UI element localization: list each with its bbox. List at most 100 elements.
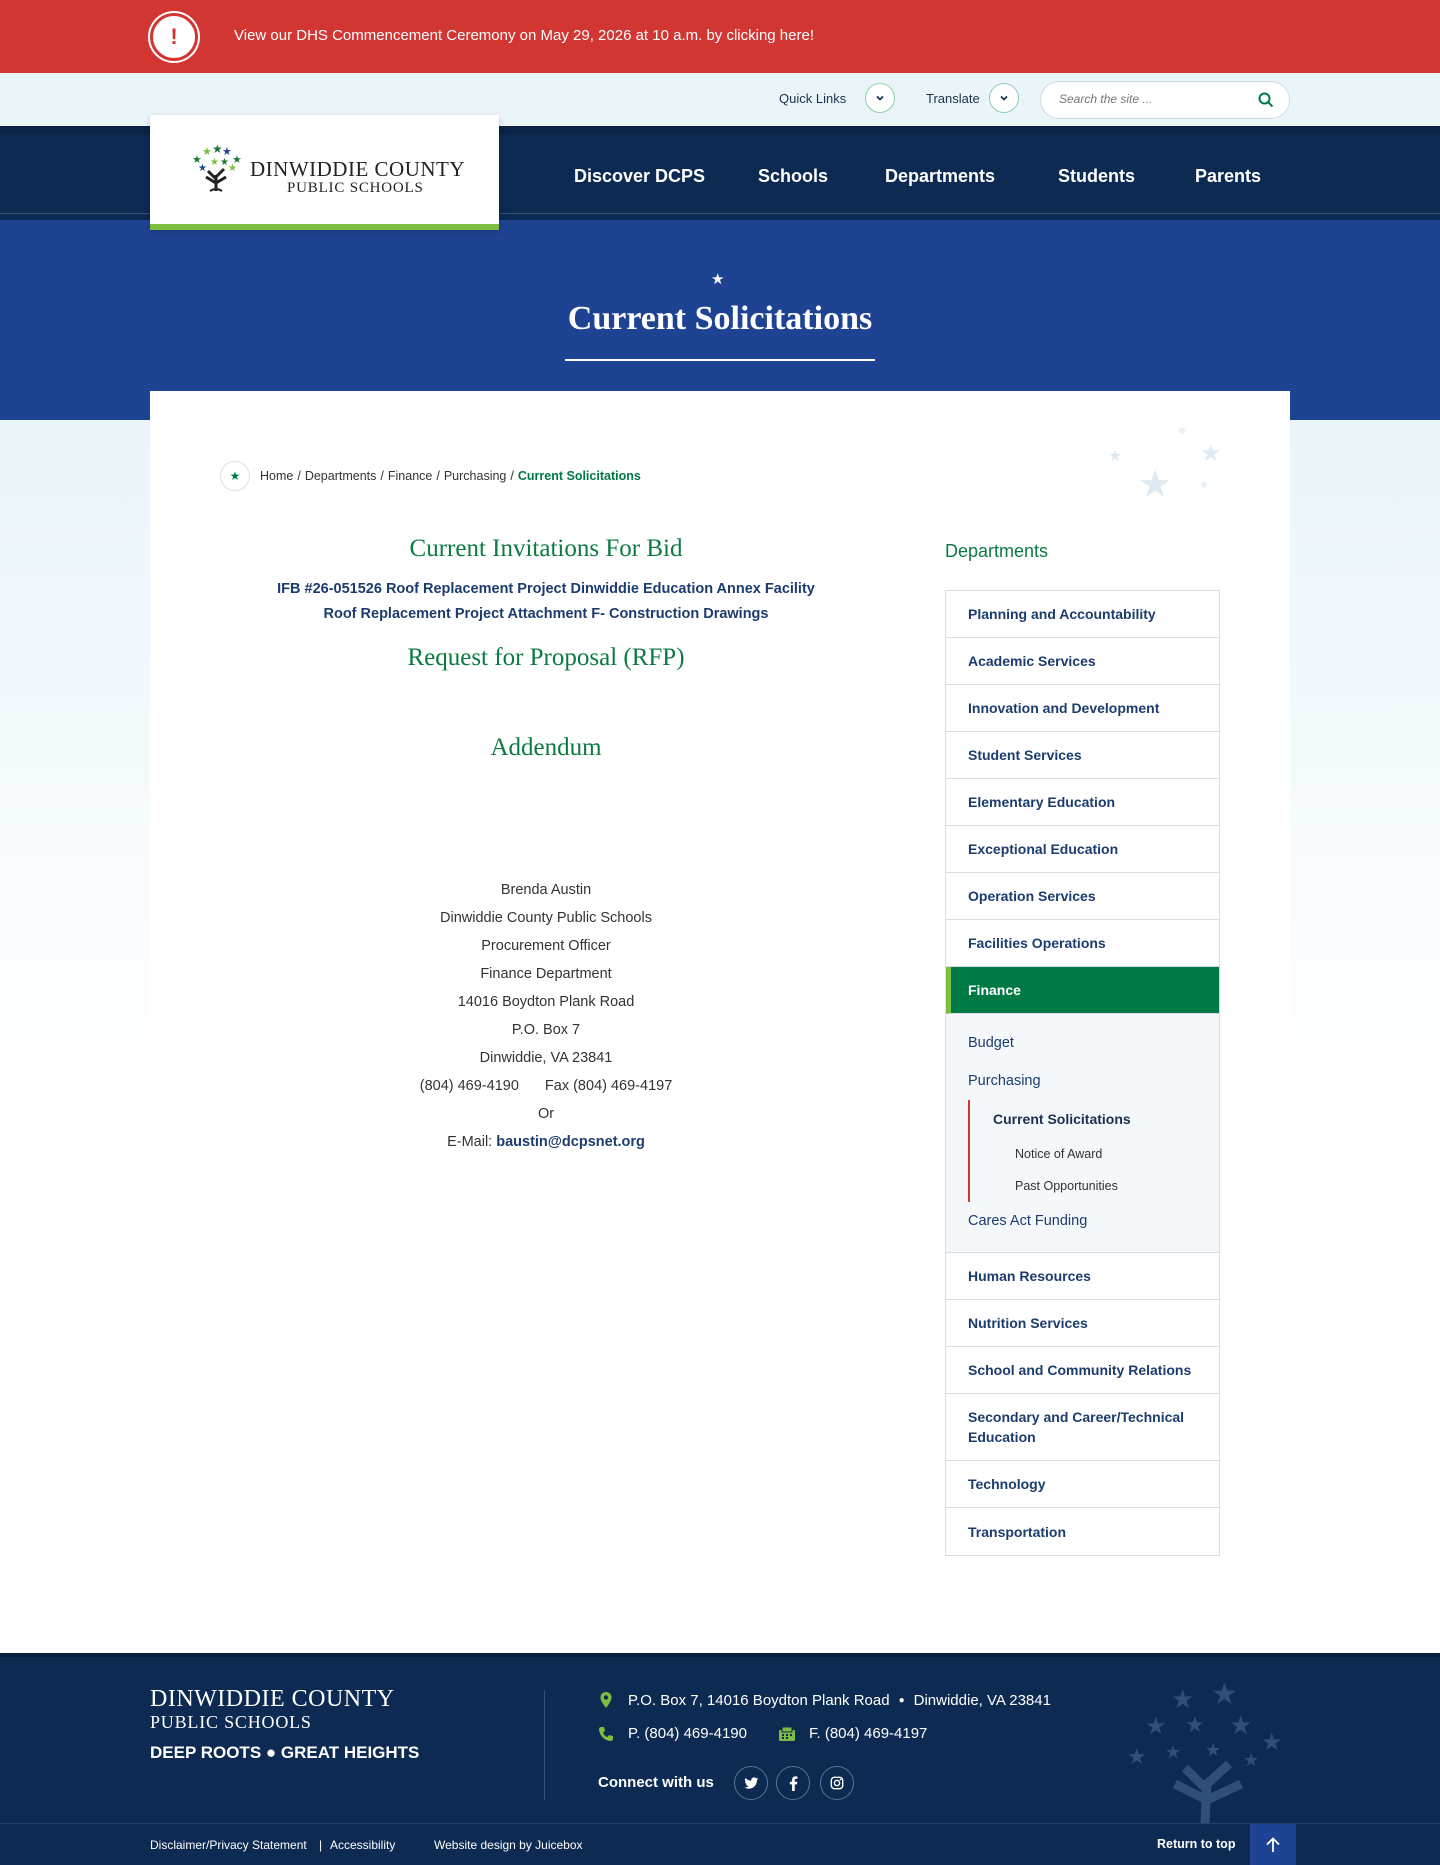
logo-title: DINWIDDIE COUNTY [250,157,466,181]
sidebar-item-technology[interactable]: Technology [946,1461,1219,1508]
page-banner: ★ Current Solicitations [0,220,1440,420]
footer-phone[interactable]: P. (804) 469-4190 [628,1725,747,1742]
svg-text:★: ★ [1261,1729,1283,1756]
district-logo[interactable]: ★ ★ ★ ★ ★ ★ ★ ★ ★ DINWIDDIE COUNTY PUBLI… [150,115,499,230]
star-icon: ★ [711,271,725,288]
footer-tree-icon: ★ ★ ★ ★ ★ ★ ★ ★ ★ ★ [1127,1680,1283,1825]
nav-schools[interactable]: Schools [758,166,828,187]
sidebar-item-secondary[interactable]: Secondary and Career/Technical Education [946,1394,1219,1461]
search-icon[interactable] [1257,91,1277,111]
breadcrumb-finance[interactable]: Finance [388,469,432,483]
contact-phone: (804) 469-4190 [419,1078,519,1094]
sidebar-item-transportation[interactable]: Transportation [946,1508,1219,1555]
nav-discover-dcps[interactable]: Discover DCPS [574,166,705,187]
email-link[interactable]: baustin@dcpsnet.org [496,1134,645,1150]
submenu-budget[interactable]: Budget [968,1024,1219,1062]
email-label: E-Mail: [447,1134,493,1150]
decorative-stars-icon: ★ ★ ★ [1108,428,1222,505]
contact-title: Procurement Officer [481,938,611,954]
submenu-notice-of-award[interactable]: Notice of Award [993,1138,1219,1170]
accessibility-link[interactable]: Accessibility [330,1838,395,1852]
sidebar-item-finance[interactable]: Finance [946,967,1219,1014]
footer-phone-row: P. (804) 469-4190 F. (804) 469-4197 [596,1725,927,1742]
sidebar-item-planning[interactable]: Planning and Accountability [946,591,1219,638]
alert-link[interactable]: View our DHS Commencement Ceremony on Ma… [234,27,814,44]
nav-students[interactable]: Students [1058,166,1135,187]
svg-text:★: ★ [1108,448,1122,465]
svg-text:★: ★ [1127,1744,1147,1769]
breadcrumb-star-icon: ★ [220,461,250,491]
breadcrumb-home[interactable]: Home [260,469,293,483]
contact-pobox: P.O. Box 7 [511,1022,581,1038]
contact-block: Brenda Austin Dinwiddie County Public Sc… [240,876,852,1156]
logo-subtitle: PUBLIC SCHOOLS [287,180,424,196]
twitter-icon[interactable] [734,1766,768,1800]
finance-submenu: Budget Purchasing Current Solicitations … [946,1014,1219,1253]
fax-icon [777,1726,797,1742]
translate-chevron-icon[interactable] [989,83,1019,113]
sidebar-nav: Planning and Accountability Academic Ser… [945,590,1220,1556]
nav-departments[interactable]: Departments [885,166,995,187]
footer-address-row: P.O. Box 7, 14016 Boydton Plank Road ● D… [596,1691,1051,1709]
contact-city: Dinwiddie, VA 23841 [479,1050,613,1066]
contact-email-row: E-Mail: baustin@dcpsnet.org [240,1128,852,1156]
breadcrumb-purchasing[interactable]: Purchasing [444,469,507,483]
footer-fax: F. (804) 469-4197 [808,1725,928,1742]
sidebar-item-innovation[interactable]: Innovation and Development [946,685,1219,732]
contact-dept: Finance Department [480,966,612,982]
attachment-link[interactable]: Roof Replacement Project Attachment F- C… [240,606,852,622]
search-box [1040,81,1290,119]
footer-logo-subtitle: PUBLIC SCHOOLS [150,1712,312,1732]
sidebar-item-exceptional[interactable]: Exceptional Education [946,826,1219,873]
rfp-heading: Request for Proposal (RFP) [407,644,685,671]
purchasing-submenu: Current Solicitations Notice of Award Pa… [968,1100,1219,1202]
return-to-top-label[interactable]: Return to top [1157,1837,1235,1851]
sidebar-item-hr[interactable]: Human Resources [946,1253,1219,1300]
contact-fax: Fax (804) 469-4197 [544,1078,673,1094]
title-underline [565,359,875,361]
disclaimer-link[interactable]: Disclaimer/Privacy Statement [150,1838,307,1852]
quick-links-label[interactable]: Quick Links [779,91,846,106]
submenu-cares-act[interactable]: Cares Act Funding [968,1202,1219,1240]
arrow-up-icon[interactable] [1250,1824,1296,1865]
bid-heading: Current Invitations For Bid [409,535,683,562]
submenu-purchasing[interactable]: Purchasing [968,1062,1219,1100]
svg-text:★: ★ [1165,1742,1181,1762]
juicebox-credit-link[interactable]: Website design by Juicebox [434,1838,583,1852]
quick-links-chevron-icon[interactable] [865,83,895,113]
svg-text:★: ★ [1205,1740,1221,1760]
phone-icon [596,1726,616,1742]
submenu-current-solicitations[interactable]: Current Solicitations [993,1100,1219,1138]
svg-text:★: ★ [1243,1750,1259,1770]
sidebar-item-student-services[interactable]: Student Services [946,732,1219,779]
ifb-document-link[interactable]: IFB #26-051526 Roof Replacement Project … [240,581,852,597]
facebook-icon[interactable] [776,1766,810,1800]
tree-logo-icon: ★ ★ ★ ★ ★ ★ ★ ★ ★ [192,145,242,192]
addendum-heading: Addendum [490,734,602,761]
sidebar-item-operation[interactable]: Operation Services [946,873,1219,920]
translate-label[interactable]: Translate [926,91,980,106]
search-input[interactable] [1059,92,1249,106]
page-title: Current Solicitations [567,300,873,337]
connect-label: Connect with us [598,1774,714,1791]
svg-text:★: ★ [1229,1710,1252,1740]
instagram-icon[interactable] [820,1766,854,1800]
sidebar-item-facilities[interactable]: Facilities Operations [946,920,1219,967]
sidebar-item-elementary[interactable]: Elementary Education [946,779,1219,826]
main-content: Current Invitations For Bid IFB #26-0515… [240,530,852,1156]
alert-bar[interactable]: ! View our DHS Commencement Ceremony on … [0,0,1440,73]
svg-text:★: ★ [1211,1680,1238,1711]
footer-city: Dinwiddie, VA 23841 [913,1691,1051,1709]
contact-name: Brenda Austin [500,882,592,898]
sidebar-item-academic[interactable]: Academic Services [946,638,1219,685]
submenu-past-opportunities[interactable]: Past Opportunities [993,1170,1219,1202]
breadcrumb-departments[interactable]: Departments [305,469,377,483]
footer-tagline: DEEP ROOTS ● GREAT HEIGHTS [150,1743,420,1762]
footer-logo-title: DINWIDDIE COUNTY [150,1686,395,1712]
svg-text:★: ★ [1185,1712,1205,1737]
nav-parents[interactable]: Parents [1195,166,1261,187]
sidebar-item-nutrition[interactable]: Nutrition Services [946,1300,1219,1347]
svg-text:★: ★ [210,157,219,168]
sidebar-item-community[interactable]: School and Community Relations [946,1347,1219,1394]
svg-text:★: ★ [1200,440,1222,467]
